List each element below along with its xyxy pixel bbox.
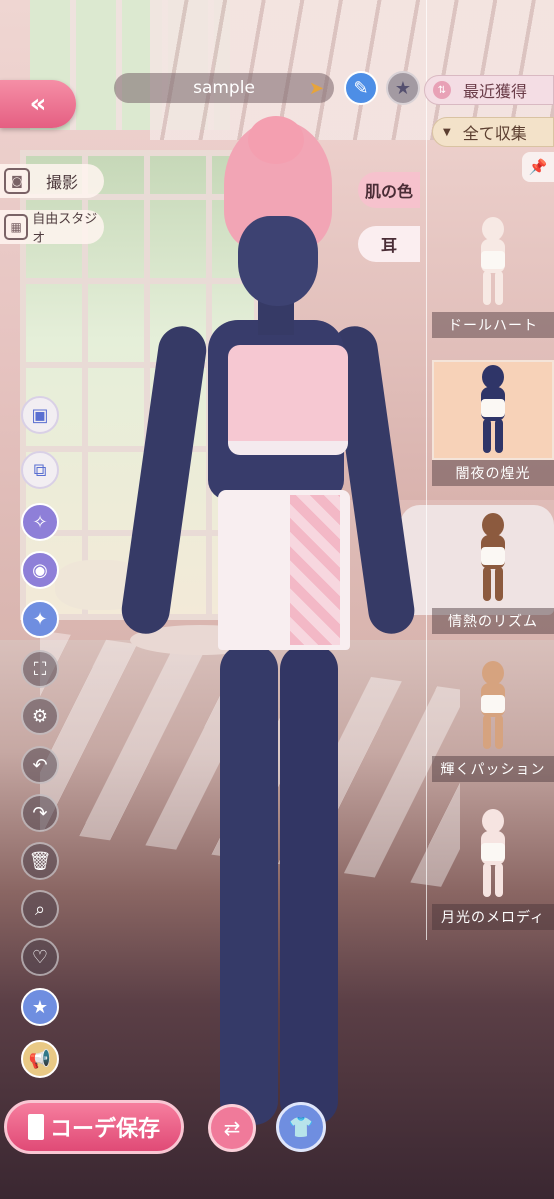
- panel-divider: [426, 0, 427, 940]
- skin-tone-thumbnail: [432, 360, 554, 460]
- save-coord-button[interactable]: コーデ保存: [4, 1100, 184, 1154]
- heart-button[interactable]: ♡: [21, 938, 59, 976]
- character-right-leg: [280, 645, 338, 1125]
- skin-tone-item[interactable]: ドールハート: [432, 212, 554, 338]
- skin-tone-label: ドールハート: [432, 312, 554, 338]
- sparkle-star-button[interactable]: ✦: [21, 600, 59, 638]
- star-badge-icon: ★: [31, 996, 49, 1018]
- pencil-icon: ✎: [353, 77, 369, 99]
- save-label: コーデ保存: [49, 1117, 160, 1142]
- edit-button[interactable]: ✎: [344, 71, 378, 105]
- megaphone-icon: 📢: [28, 1048, 52, 1070]
- doll-preview: [475, 365, 511, 455]
- character-face: [238, 216, 318, 306]
- pin-button[interactable]: 📌: [522, 152, 554, 182]
- skin-tone-item[interactable]: 情熱のリズム: [432, 508, 554, 634]
- wardrobe-icon: ▣: [31, 404, 49, 426]
- gear-icon: ⚙: [31, 705, 49, 727]
- sort-label: 最近獲得: [463, 82, 528, 101]
- coord-name: sample: [193, 78, 255, 98]
- character-left-arm: [118, 323, 210, 637]
- layer-icon: ⧉: [33, 459, 47, 481]
- search-icon: ⌕: [34, 898, 46, 920]
- trash-icon: 🗑: [28, 850, 52, 872]
- skin-tone-item[interactable]: 月光のメロディ: [432, 804, 554, 930]
- camera-icon: ◙: [4, 168, 30, 194]
- character-hair-bun: [248, 116, 304, 164]
- skin-tone-thumbnail: [432, 804, 554, 904]
- star-icon: ★: [394, 77, 412, 99]
- tab-ears[interactable]: 耳: [358, 226, 420, 262]
- redo-icon: ↷: [32, 802, 48, 824]
- search-button[interactable]: ⌕: [21, 890, 59, 928]
- character-model[interactable]: [118, 116, 420, 1199]
- doll-preview: [475, 661, 511, 751]
- skin-tone-label: 輝くパッション: [432, 756, 554, 782]
- sort-arrows-icon: ⇅: [433, 81, 451, 99]
- sparkle-star-icon: ✦: [32, 608, 48, 630]
- skin-tone-label: 情熱のリズム: [432, 608, 554, 634]
- megaphone-button[interactable]: 📢: [21, 1040, 59, 1078]
- photo-label: 撮影: [46, 173, 79, 192]
- send-arrow-icon: ➤: [308, 78, 324, 99]
- undo-icon: ↶: [32, 754, 48, 776]
- palette-button[interactable]: ◉: [21, 551, 59, 589]
- document-icon: [27, 1114, 44, 1140]
- outfit-button[interactable]: 👕: [276, 1102, 326, 1152]
- outfit-icon: 👕: [288, 1115, 314, 1139]
- character-top: [228, 345, 348, 455]
- swap-button[interactable]: ⇄: [208, 1104, 256, 1152]
- cube-icon: ▦: [4, 214, 29, 240]
- favorite-button[interactable]: ★: [386, 71, 420, 105]
- collection-label: 全て収集: [462, 124, 527, 143]
- skin-tone-label: 闇夜の煌光: [432, 460, 554, 486]
- gear-button[interactable]: ⚙: [21, 697, 59, 735]
- skin-tone-thumbnail: [432, 212, 554, 312]
- triangle-down-icon: ▼: [443, 126, 451, 138]
- free-studio-button[interactable]: ▦ 自由スタジオ: [0, 210, 104, 246]
- doll-preview: [475, 809, 511, 899]
- skin-tone-thumbnail: [432, 508, 554, 608]
- undo-button[interactable]: ↶: [21, 746, 59, 784]
- collection-filter[interactable]: ▼ 全て収集: [432, 117, 554, 147]
- skin-tone-item[interactable]: 闇夜の煌光: [432, 360, 554, 486]
- pin-icon: 📌: [528, 158, 548, 176]
- swap-icon: ⇄: [223, 1116, 241, 1140]
- fullscreen-button[interactable]: ⛶: [21, 650, 59, 688]
- wardrobe-button[interactable]: ▣: [21, 396, 59, 434]
- redo-button[interactable]: ↷: [21, 794, 59, 832]
- doll-preview: [475, 217, 511, 307]
- photo-button[interactable]: ◙ 撮影: [0, 164, 104, 198]
- back-button[interactable]: «: [0, 80, 76, 128]
- coord-name-field[interactable]: sample ➤: [114, 73, 334, 103]
- character-skirt-lace: [290, 495, 340, 645]
- trash-button[interactable]: 🗑: [21, 842, 59, 880]
- character-left-leg: [220, 645, 278, 1125]
- studio-label: 自由スタジオ: [32, 212, 98, 246]
- magic-search-icon: ✧: [32, 511, 48, 533]
- star-badge-button[interactable]: ★: [21, 988, 59, 1026]
- skin-tone-thumbnail: [432, 656, 554, 756]
- layer-button[interactable]: ⧉: [21, 451, 59, 489]
- palette-icon: ◉: [32, 559, 48, 581]
- skin-tone-label: 月光のメロディ: [432, 904, 554, 930]
- tab-skin-color[interactable]: 肌の色: [358, 172, 420, 208]
- sort-dropdown[interactable]: ⇅ 最近獲得: [424, 75, 554, 105]
- fullscreen-icon: ⛶: [33, 658, 47, 680]
- magic-search-button[interactable]: ✧: [21, 503, 59, 541]
- skin-tone-item[interactable]: 輝くパッション: [432, 656, 554, 782]
- doll-preview: [475, 513, 511, 603]
- heart-icon: ♡: [31, 946, 49, 968]
